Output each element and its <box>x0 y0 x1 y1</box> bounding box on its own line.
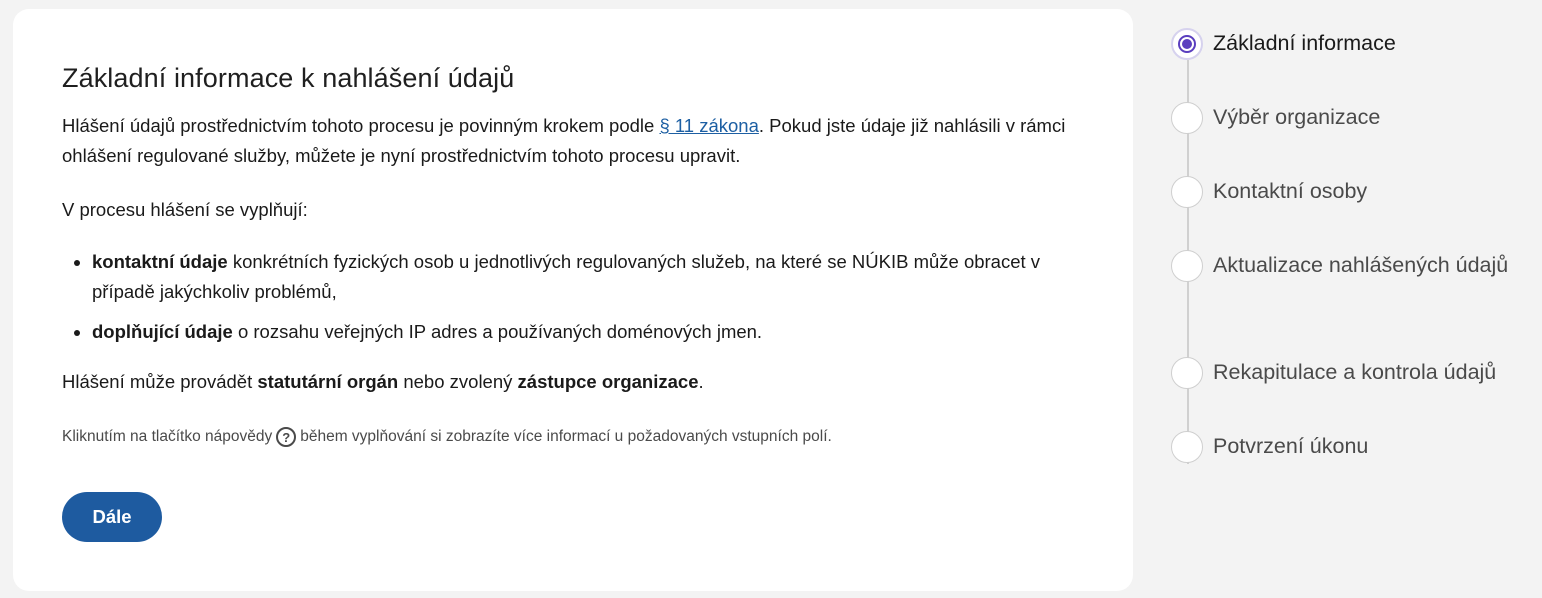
step-label: Rekapitulace a kontrola údajů <box>1213 360 1497 384</box>
help-icon: ? <box>276 427 297 447</box>
bullet-icon <box>74 330 80 336</box>
who-bold-1: statutární orgán <box>257 371 399 392</box>
list-item-text: o rozsahu veřejných IP adres a používaný… <box>232 321 763 342</box>
step-active-icon <box>1171 28 1203 60</box>
list-item-text: konkrétních fyzických osob u jednotlivýc… <box>92 251 1041 302</box>
law-link[interactable]: § 11 zákona <box>659 115 758 136</box>
list-item-bold: doplňující údaje <box>92 321 233 342</box>
step-label: Výběr organizace <box>1213 105 1381 129</box>
step-update-data[interactable]: Aktualizace nahlášených údajů <box>1171 250 1523 282</box>
step-label: Základní informace <box>1213 31 1396 55</box>
next-button[interactable]: Dále <box>62 492 162 542</box>
step-circle-icon <box>1171 102 1203 134</box>
who-reports-paragraph: Hlášení může provádět statutární orgán n… <box>62 367 1102 397</box>
main-card: Základní informace k nahlášení údajů Hlá… <box>13 9 1133 591</box>
step-label: Kontaktní osoby <box>1213 179 1368 203</box>
step-contacts[interactable]: Kontaktní osoby <box>1171 176 1523 208</box>
step-label: Aktualizace nahlášených údajů <box>1213 253 1509 277</box>
who-text-2: nebo zvolený <box>398 371 518 392</box>
process-intro: V procesu hlášení se vyplňují: <box>62 199 308 220</box>
hint-text-before: Kliknutím na tlačítko nápovědy <box>62 428 273 445</box>
intro-paragraph: Hlášení údajů prostřednictvím tohoto pro… <box>62 111 1102 171</box>
list-item: doplňující údaje o rozsahu veřejných IP … <box>62 317 1062 347</box>
who-bold-2: zástupce organizace <box>517 371 699 392</box>
step-label: Potvrzení úkonu <box>1213 434 1369 458</box>
fields-list: kontaktní údaje konkrétních fyzických os… <box>62 247 1062 357</box>
step-recap[interactable]: Rekapitulace a kontrola údajů <box>1171 357 1523 389</box>
step-circle-icon <box>1171 357 1203 389</box>
help-hint: Kliknutím na tlačítko nápovědy ? během v… <box>62 426 832 448</box>
bullet-icon <box>74 260 80 266</box>
list-item: kontaktní údaje konkrétních fyzických os… <box>62 247 1062 307</box>
who-text-1: Hlášení může provádět <box>62 371 258 392</box>
step-organization[interactable]: Výběr organizace <box>1171 102 1523 134</box>
page-title: Základní informace k nahlášení údajů <box>62 63 515 93</box>
intro-text-before: Hlášení údajů prostřednictvím tohoto pro… <box>62 115 660 136</box>
step-circle-icon <box>1171 431 1203 463</box>
step-confirmation[interactable]: Potvrzení úkonu <box>1171 431 1523 463</box>
who-text-3: . <box>698 371 704 392</box>
step-basic-info[interactable]: Základní informace <box>1171 28 1523 60</box>
step-circle-icon <box>1171 176 1203 208</box>
step-circle-icon <box>1171 250 1203 282</box>
hint-text-after: během vyplňování si zobrazíte více infor… <box>300 428 832 445</box>
list-item-bold: kontaktní údaje <box>92 251 228 272</box>
